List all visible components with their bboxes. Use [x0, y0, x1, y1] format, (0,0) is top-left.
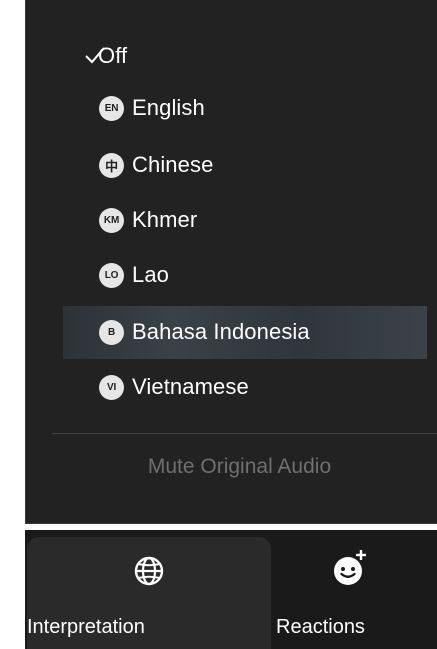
- menu-item-english[interactable]: EN English: [99, 84, 205, 132]
- language-badge-icon: KM: [99, 207, 124, 233]
- language-badge-icon: 中: [99, 152, 124, 178]
- menu-item-label: English: [132, 95, 205, 120]
- language-badge-icon: EN: [99, 95, 124, 121]
- menu-item-label: Bahasa Indonesia: [132, 319, 310, 344]
- screen: Off EN English 中 Chinese KM Khmer LO Lao…: [0, 0, 437, 649]
- add-emoji-icon: [334, 550, 366, 585]
- globe-icon: [134, 556, 164, 586]
- language-badge-icon: VI: [99, 374, 124, 400]
- mute-original-audio-item[interactable]: Mute Original Audio: [52, 455, 427, 479]
- interpretation-button[interactable]: Interpretation: [27, 537, 271, 649]
- menu-item-off[interactable]: Off: [98, 32, 127, 80]
- menu-item-chinese[interactable]: 中 Chinese: [99, 141, 213, 189]
- menu-item-label: Chinese: [132, 152, 214, 177]
- menu-item-lao[interactable]: LO Lao: [99, 251, 169, 299]
- reactions-button[interactable]: Reactions: [275, 537, 435, 649]
- language-badge-icon: B: [99, 319, 124, 345]
- menu-item-bahasa-indonesia[interactable]: B Bahasa Indonesia: [99, 308, 310, 356]
- menu-item-label: Khmer: [132, 207, 198, 232]
- menu-item-label: Lao: [132, 262, 170, 287]
- reactions-label: Reactions: [276, 616, 365, 638]
- menu-item-label: Vietnamese: [132, 374, 249, 399]
- language-badge-icon: LO: [99, 262, 124, 288]
- menu-item-vietnamese[interactable]: VI Vietnamese: [99, 363, 249, 411]
- interpretation-language-menu: Off EN English 中 Chinese KM Khmer LO Lao…: [25, 0, 437, 524]
- background-notch: [0, 0, 21, 190]
- menu-item-label: Off: [98, 43, 128, 68]
- interpretation-label: Interpretation: [27, 616, 145, 638]
- menu-divider: [52, 433, 437, 434]
- menu-item-khmer[interactable]: KM Khmer: [99, 196, 197, 244]
- meeting-toolbar: Interpretation Reactions: [25, 530, 437, 649]
